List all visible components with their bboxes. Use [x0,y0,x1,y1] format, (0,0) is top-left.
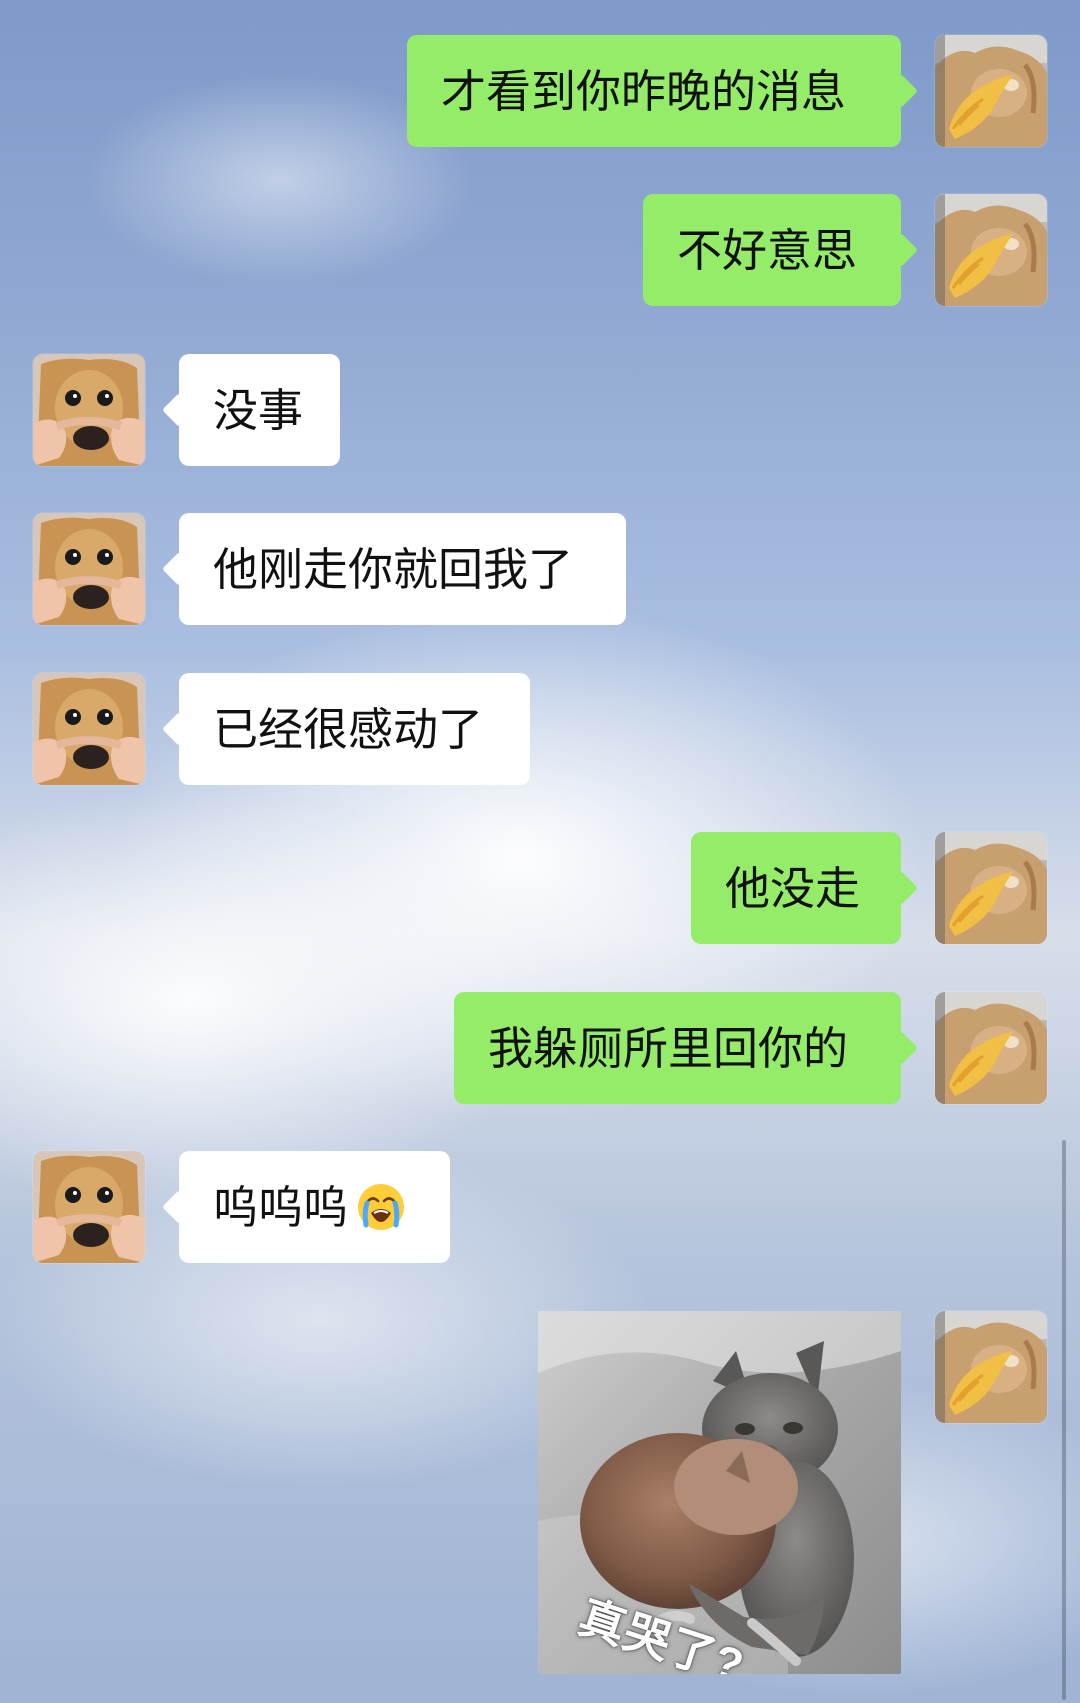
message-text: 他没走 [725,861,861,915]
self-avatar[interactable] [935,1311,1047,1423]
other-avatar[interactable] [33,513,145,625]
message-bubble-self[interactable]: 才看到你昨晚的消息 [407,35,901,147]
message-text: 没事 [213,383,304,437]
dog-avatar-icon [33,1151,145,1263]
dog-avatar-icon [33,673,145,785]
message-text: 已经很感动了 [213,702,484,756]
loudly-crying-face-icon [356,1182,406,1232]
self-avatar[interactable] [935,194,1047,306]
other-avatar[interactable] [33,1151,145,1263]
message-bubble-self[interactable]: 不好意思 [643,194,901,306]
self-avatar[interactable] [935,832,1047,944]
message-bubble-other[interactable]: 没事 [179,354,340,466]
dog-avatar-icon [33,513,145,625]
cat-avatar-icon [935,832,1047,944]
message-bubble-other[interactable]: 呜呜呜 [179,1151,450,1263]
chat-thread: 才看到你昨晚的消息 不好意思 没事 他刚走你就回我了 已经很感动了 他没走 我躲… [0,0,1080,1703]
cat-avatar-icon [935,35,1047,147]
self-avatar[interactable] [935,992,1047,1104]
message-text: 不好意思 [677,223,858,277]
cat-avatar-icon [935,992,1047,1104]
message-text: 我躲厕所里回你的 [488,1021,849,1075]
other-avatar[interactable] [33,673,145,785]
message-bubble-other[interactable]: 他刚走你就回我了 [179,513,626,625]
dog-avatar-icon [33,354,145,466]
self-avatar[interactable] [935,35,1047,147]
chat-scrollbar[interactable] [1062,1140,1066,1700]
message-bubble-self[interactable]: 他没走 [691,832,901,944]
message-text: 呜呜呜 [213,1180,349,1234]
other-avatar[interactable] [33,354,145,466]
kitten-sticker[interactable]: 真哭了? [538,1311,901,1674]
message-text: 才看到你昨晚的消息 [441,64,847,118]
message-bubble-other[interactable]: 已经很感动了 [179,673,530,785]
message-text: 他刚走你就回我了 [213,542,574,596]
cat-avatar-icon [935,1311,1047,1423]
cat-avatar-icon [935,194,1047,306]
message-bubble-self[interactable]: 我躲厕所里回你的 [454,992,901,1104]
